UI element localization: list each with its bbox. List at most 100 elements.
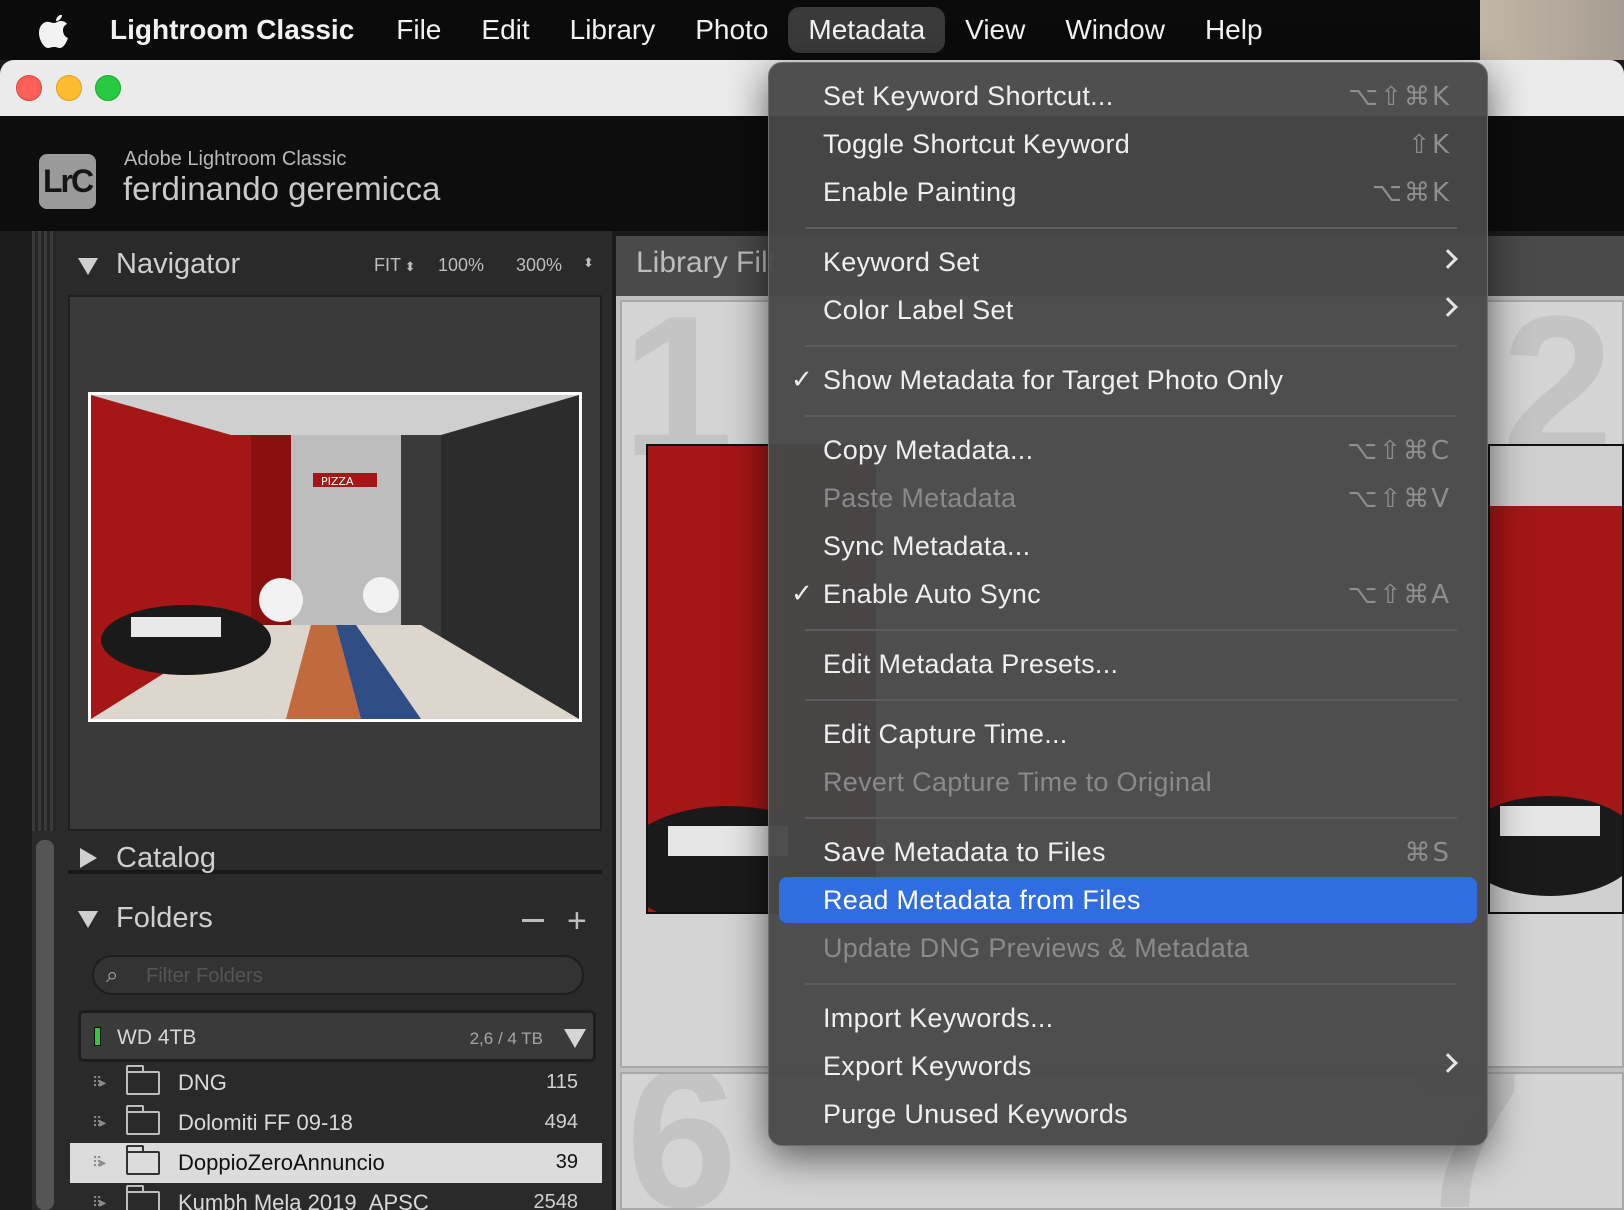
menu-item-import-keywords[interactable]: Import Keywords... bbox=[779, 995, 1477, 1041]
left-panel-edge-handle[interactable] bbox=[32, 231, 56, 831]
menu-metadata[interactable]: Metadata bbox=[788, 7, 946, 53]
left-panel-scrollbar[interactable] bbox=[36, 840, 54, 1210]
checkmark-icon: ✓ bbox=[791, 579, 813, 609]
remove-folder-icon[interactable] bbox=[522, 919, 544, 922]
folder-icon bbox=[126, 1185, 160, 1210]
menu-separator bbox=[805, 227, 1457, 229]
filter-folders-placeholder: Filter Folders bbox=[146, 965, 263, 987]
menu-item-copy-metadata[interactable]: Copy Metadata... ⌥⇧⌘C bbox=[779, 427, 1477, 473]
menu-window[interactable]: Window bbox=[1045, 7, 1185, 53]
fit-chevron-icon: ⬍ bbox=[401, 259, 416, 274]
minimize-window-button[interactable] bbox=[56, 75, 82, 101]
folder-expand-icon[interactable]: ⠿▸ bbox=[92, 1154, 106, 1171]
menu-item-edit-metadata-presets[interactable]: Edit Metadata Presets... bbox=[779, 641, 1477, 687]
submenu-chevron-icon bbox=[1438, 1053, 1458, 1073]
volume-status-led bbox=[94, 1027, 101, 1046]
zoom-window-button[interactable] bbox=[95, 75, 121, 101]
folder-icon bbox=[126, 1105, 160, 1135]
menu-item-label: Enable Painting bbox=[823, 177, 1017, 207]
volume-header[interactable]: WD 4TB 2,6 / 4 TB bbox=[78, 1010, 596, 1062]
menu-item-label: Show Metadata for Target Photo Only bbox=[823, 365, 1284, 395]
menu-edit[interactable]: Edit bbox=[461, 7, 549, 53]
menu-item-label: Save Metadata to Files bbox=[823, 837, 1106, 867]
volume-name: WD 4TB bbox=[117, 1026, 197, 1049]
menu-item-shortcut: ⌥⇧⌘V bbox=[1347, 484, 1451, 514]
menu-file[interactable]: File bbox=[376, 7, 461, 53]
menu-item-label: Purge Unused Keywords bbox=[823, 1099, 1128, 1129]
navigator-300-option[interactable]: 300% bbox=[516, 255, 562, 276]
menu-separator bbox=[805, 629, 1457, 631]
navigator-title[interactable]: Navigator bbox=[116, 248, 240, 281]
menu-item-show-metadata-target-only[interactable]: ✓ Show Metadata for Target Photo Only bbox=[779, 357, 1477, 403]
menu-item-enable-painting[interactable]: Enable Painting ⌥⌘K bbox=[779, 169, 1477, 215]
menu-item-purge-unused-keywords[interactable]: Purge Unused Keywords bbox=[779, 1091, 1477, 1137]
menu-separator bbox=[805, 345, 1457, 347]
menu-photo[interactable]: Photo bbox=[675, 7, 788, 53]
menu-item-shortcut: ⇧K bbox=[1408, 130, 1451, 160]
menu-item-edit-capture-time[interactable]: Edit Capture Time... bbox=[779, 711, 1477, 757]
folder-name: DNG bbox=[178, 1070, 227, 1095]
folder-row[interactable]: ⠿▸ Kumbh Mela 2019_APSC 2548 bbox=[70, 1183, 602, 1210]
folders-collapse-icon[interactable] bbox=[78, 911, 98, 928]
folder-row[interactable]: ⠿▸ Dolomiti FF 09-18 494 bbox=[70, 1103, 602, 1143]
menu-item-sync-metadata[interactable]: Sync Metadata... bbox=[779, 523, 1477, 569]
search-icon: ⌕ bbox=[106, 962, 119, 987]
add-folder-icon[interactable]: + bbox=[567, 904, 587, 938]
menu-library[interactable]: Library bbox=[550, 7, 676, 53]
folder-icon bbox=[126, 1145, 160, 1175]
folders-title[interactable]: Folders bbox=[116, 902, 213, 935]
filter-folders-input[interactable]: ⌕ Filter Folders bbox=[92, 955, 584, 995]
menu-bar: Lightroom Classic File Edit Library Phot… bbox=[0, 0, 1624, 60]
menu-item-save-metadata-to-files[interactable]: Save Metadata to Files ⌘S bbox=[779, 829, 1477, 875]
lrc-logo-icon: LrC bbox=[39, 154, 96, 209]
menu-item-label: Paste Metadata bbox=[823, 483, 1017, 513]
menu-item-export-keywords[interactable]: Export Keywords bbox=[779, 1043, 1477, 1089]
navigator-zoom-menu-icon[interactable]: ⬍ bbox=[583, 255, 594, 271]
app-menu-lightroom[interactable]: Lightroom Classic bbox=[90, 7, 376, 53]
close-window-button[interactable] bbox=[16, 75, 42, 101]
folder-count: 115 bbox=[546, 1071, 578, 1093]
menu-item-shortcut: ⌥⇧⌘K bbox=[1348, 82, 1451, 112]
menu-item-enable-auto-sync[interactable]: ✓ Enable Auto Sync ⌥⇧⌘A bbox=[779, 571, 1477, 617]
volume-collapse-icon[interactable] bbox=[564, 1029, 586, 1048]
folder-expand-icon[interactable]: ⠿▸ bbox=[92, 1114, 106, 1131]
folder-row-selected[interactable]: ⠿▸ DoppioZeroAnnuncio 39 bbox=[70, 1143, 602, 1183]
navigator-fit-option[interactable]: FIT ⬍ bbox=[374, 255, 416, 276]
folder-count: 2548 bbox=[533, 1191, 579, 1210]
menu-item-label: Sync Metadata... bbox=[823, 531, 1031, 561]
catalog-expand-icon[interactable] bbox=[80, 848, 97, 868]
navigator-photo-preview[interactable]: PIZZA bbox=[88, 392, 582, 722]
menu-item-label: Copy Metadata... bbox=[823, 435, 1034, 465]
grid-thumbnail[interactable] bbox=[1488, 444, 1624, 914]
menu-separator bbox=[805, 699, 1457, 701]
menu-item-toggle-shortcut-keyword[interactable]: Toggle Shortcut Keyword ⇧K bbox=[779, 121, 1477, 167]
pizza-sign: PIZZA bbox=[321, 475, 354, 488]
menu-item-keyword-set[interactable]: Keyword Set bbox=[779, 239, 1477, 285]
apple-icon[interactable] bbox=[26, 0, 82, 60]
menu-item-label: Keyword Set bbox=[823, 247, 980, 277]
menu-view[interactable]: View bbox=[945, 7, 1045, 53]
fit-label: FIT bbox=[374, 255, 401, 275]
menu-item-label: Color Label Set bbox=[823, 295, 1014, 325]
library-filter-label: Library Filt bbox=[636, 246, 777, 279]
submenu-chevron-icon bbox=[1438, 297, 1458, 317]
menu-item-set-keyword-shortcut[interactable]: Set Keyword Shortcut... ⌥⇧⌘K bbox=[779, 73, 1477, 119]
menu-separator bbox=[805, 983, 1457, 985]
menu-item-read-metadata-from-files[interactable]: Read Metadata from Files bbox=[779, 877, 1477, 923]
identity-subtitle: Adobe Lightroom Classic bbox=[124, 148, 347, 170]
navigator-collapse-icon[interactable] bbox=[78, 258, 98, 275]
menu-item-shortcut: ⌥⇧⌘C bbox=[1347, 436, 1451, 466]
menu-item-color-label-set[interactable]: Color Label Set bbox=[779, 287, 1477, 333]
folder-expand-icon[interactable]: ⠿▸ bbox=[92, 1074, 106, 1091]
folder-expand-icon[interactable]: ⠿▸ bbox=[92, 1194, 106, 1210]
menu-item-paste-metadata: Paste Metadata ⌥⇧⌘V bbox=[779, 475, 1477, 521]
submenu-chevron-icon bbox=[1438, 249, 1458, 269]
menu-separator bbox=[805, 817, 1457, 819]
menu-item-label: Read Metadata from Files bbox=[823, 885, 1141, 915]
menu-item-label: Edit Metadata Presets... bbox=[823, 649, 1119, 679]
navigator-100-option[interactable]: 100% bbox=[438, 255, 484, 276]
folder-row[interactable]: ⠿▸ DNG 115 bbox=[70, 1063, 602, 1103]
menu-help[interactable]: Help bbox=[1185, 7, 1283, 53]
folder-name: DoppioZeroAnnuncio bbox=[178, 1150, 385, 1175]
catalog-title[interactable]: Catalog bbox=[116, 842, 216, 875]
